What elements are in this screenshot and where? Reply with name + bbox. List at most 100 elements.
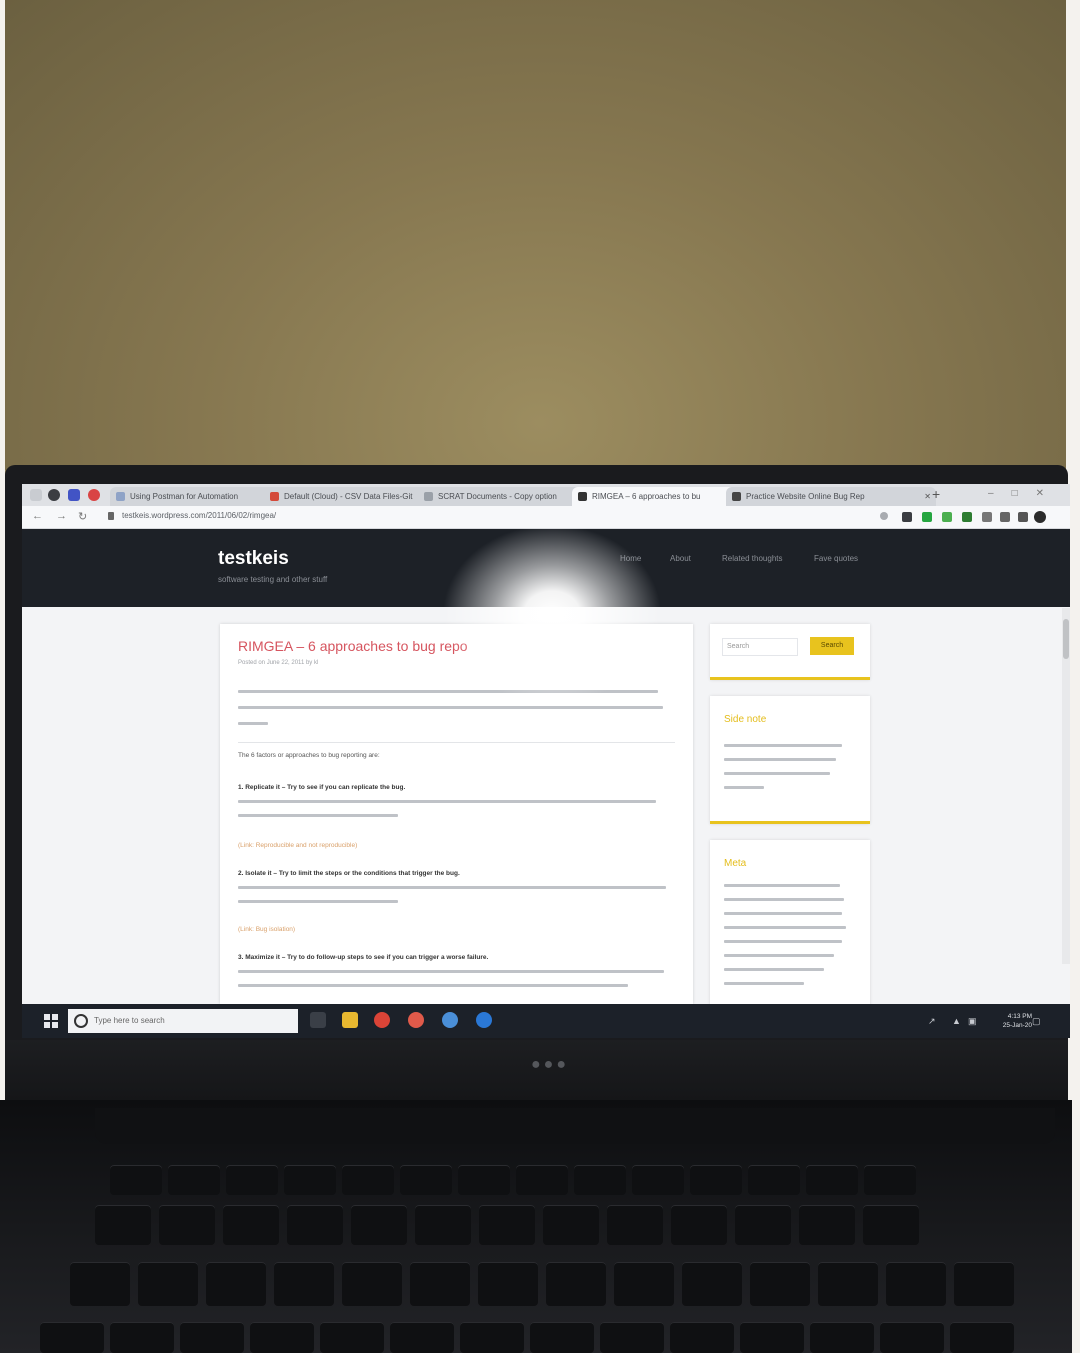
keyboard-key — [284, 1165, 336, 1195]
scrollbar-thumb[interactable] — [1063, 619, 1069, 659]
link-reproducible[interactable]: (Link: Reproducible and not reproducible… — [238, 842, 357, 849]
keyboard-key — [70, 1262, 130, 1306]
profile-avatar[interactable] — [1034, 511, 1046, 523]
extension-icon[interactable] — [962, 512, 972, 522]
keyboard-key — [415, 1205, 471, 1245]
keyboard-key — [546, 1262, 606, 1306]
nav-related-thoughts[interactable]: Related thoughts — [722, 554, 783, 563]
tab-favicon-icon — [424, 492, 433, 501]
laptop-bezel-bottom — [5, 1040, 1068, 1108]
extension-icon[interactable] — [922, 512, 932, 522]
windows-start-icon[interactable] — [44, 1014, 58, 1028]
tab-label: RIMGEA – 6 approaches to bu — [592, 492, 701, 501]
browser-tab[interactable]: Using Postman for Automation ✕ — [110, 487, 280, 506]
keyboard-key — [206, 1262, 266, 1306]
chrome-icon[interactable] — [374, 1012, 390, 1028]
text-line — [238, 690, 658, 693]
step-isolate: 2. Isolate it – Try to limit the steps o… — [238, 870, 460, 877]
search-input[interactable]: Search — [722, 638, 798, 656]
back-arrow-icon[interactable]: ← — [32, 510, 43, 522]
pinned-tab-icon[interactable] — [68, 489, 80, 501]
divider — [238, 742, 675, 743]
extension-icon[interactable] — [902, 512, 912, 522]
keyboard-key — [690, 1165, 742, 1195]
clock-time: 4:13 PM — [1007, 1013, 1032, 1020]
keyboard-key — [740, 1322, 804, 1353]
taskbar-search-input[interactable]: Type here to search — [68, 1009, 298, 1033]
keyboard-key — [226, 1165, 278, 1195]
browser-tab-active[interactable]: RIMGEA – 6 approaches to bu ✕ — [572, 487, 742, 506]
keyboard-key — [390, 1322, 454, 1353]
browser-tab[interactable]: SCRAT Documents - Copy option ✕ — [418, 487, 588, 506]
close-icon[interactable]: ✕ — [924, 487, 931, 506]
app-icon[interactable] — [408, 1012, 424, 1028]
star-icon[interactable] — [880, 512, 888, 520]
file-explorer-icon[interactable] — [342, 1012, 358, 1028]
pinned-tab-icon[interactable] — [30, 489, 42, 501]
search-button[interactable]: Search — [810, 637, 854, 655]
forward-arrow-icon[interactable]: → — [56, 510, 67, 522]
keyboard-key — [460, 1322, 524, 1353]
keyboard-key — [735, 1205, 791, 1245]
extension-icon[interactable] — [982, 512, 992, 522]
link-bug-isolation[interactable]: (Link: Bug isolation) — [238, 926, 295, 933]
keyboard-key — [274, 1262, 334, 1306]
keyboard-key — [864, 1165, 916, 1195]
site-title[interactable]: testkeis — [218, 548, 289, 570]
lock-icon — [108, 512, 114, 520]
browser-tab[interactable]: Practice Website Online Bug Rep ✕ — [726, 487, 936, 506]
keyboard-key — [342, 1165, 394, 1195]
keyboard-key — [168, 1165, 220, 1195]
keyboard-key — [748, 1165, 800, 1195]
browser-tab[interactable]: Default (Cloud) - CSV Data Files-Git ✕ — [264, 487, 434, 506]
laptop-hinge — [95, 1108, 1055, 1144]
keyboard-key — [530, 1322, 594, 1353]
nav-about[interactable]: About — [670, 554, 691, 563]
pinned-tab-icon[interactable] — [48, 489, 60, 501]
keyboard-key — [750, 1262, 810, 1306]
url-field[interactable]: testkeis.wordpress.com/2011/06/02/rimgea… — [122, 511, 276, 520]
text-line — [238, 722, 268, 725]
keyboard-key — [180, 1322, 244, 1353]
keyboard-key — [138, 1262, 198, 1306]
text-line — [724, 968, 824, 971]
clock-date: 25-Jan-20 — [1002, 1022, 1032, 1029]
taskbar-clock[interactable]: 4:13 PM 25-Jan-20 — [1003, 1012, 1032, 1030]
keyboard-key — [110, 1322, 174, 1353]
tab-favicon-icon — [270, 492, 279, 501]
post-title[interactable]: RIMGEA – 6 approaches to bug repo — [238, 638, 468, 654]
reload-icon[interactable]: ↻ — [78, 510, 87, 523]
notification-icon[interactable]: ▢ — [1032, 1016, 1041, 1027]
step-replicate: 1. Replicate it – Try to see if you can … — [238, 784, 406, 791]
app-icon[interactable] — [442, 1012, 458, 1028]
keyboard-key — [110, 1165, 162, 1195]
text-line — [238, 706, 663, 709]
widget-accent-bar — [710, 821, 870, 824]
keyboard-key — [95, 1205, 151, 1245]
keyboard-key — [607, 1205, 663, 1245]
extension-icon[interactable] — [1018, 512, 1028, 522]
text-line — [724, 926, 846, 929]
keyboard-key — [40, 1322, 104, 1353]
keyboard-key — [682, 1262, 742, 1306]
widget-title: Side note — [724, 714, 767, 725]
page-scrollbar[interactable] — [1062, 608, 1070, 964]
meta-widget: Meta — [710, 840, 870, 1004]
new-tab-button[interactable]: + — [932, 486, 940, 502]
nav-fave-quotes[interactable]: Fave quotes — [814, 554, 858, 563]
window-controls[interactable]: –□✕ — [988, 488, 1062, 499]
text-line — [724, 884, 840, 887]
task-view-icon[interactable] — [310, 1012, 326, 1028]
keyboard-key — [614, 1262, 674, 1306]
wifi-icon[interactable]: ▣ — [968, 1016, 977, 1027]
extension-icon[interactable] — [942, 512, 952, 522]
volume-icon[interactable]: ▲ — [952, 1016, 961, 1026]
extension-icon[interactable] — [1000, 512, 1010, 522]
network-icon[interactable]: ↗ — [928, 1016, 936, 1027]
keyboard-key — [632, 1165, 684, 1195]
app-icon[interactable] — [476, 1012, 492, 1028]
nav-home[interactable]: Home — [620, 554, 641, 563]
pinned-tab-icon[interactable] — [88, 489, 100, 501]
laptop-logo: ●●● — [531, 1056, 569, 1073]
tab-label: Default (Cloud) - CSV Data Files-Git — [284, 492, 413, 501]
